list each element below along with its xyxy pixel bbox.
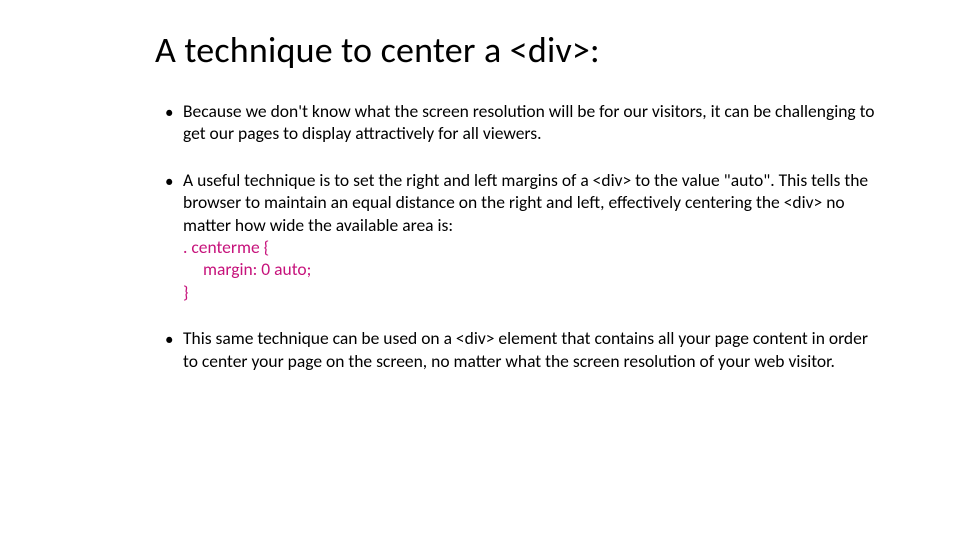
code-block: . centerme { margin: 0 auto; } (183, 236, 885, 303)
bullet-item: • Because we don't know what the screen … (165, 100, 885, 145)
code-line: . centerme { (183, 236, 885, 258)
code-line: } (183, 281, 885, 303)
bullet-text: This same technique can be used on a <di… (183, 327, 885, 372)
slide: A technique to center a <div>: • Because… (0, 0, 960, 416)
bullet-mark-icon: • (165, 169, 183, 303)
bullet-text: Because we don't know what the screen re… (183, 100, 885, 145)
bullet-item: • A useful technique is to set the right… (165, 169, 885, 303)
slide-content: • Because we don't know what the screen … (155, 100, 885, 372)
bullet-mark-icon: • (165, 100, 183, 145)
bullet-body: A useful technique is to set the right a… (183, 169, 885, 303)
bullet-item: • This same technique can be used on a <… (165, 327, 885, 372)
code-line: margin: 0 auto; (183, 258, 885, 280)
bullet-text: A useful technique is to set the right a… (183, 169, 868, 236)
bullet-mark-icon: • (165, 327, 183, 372)
slide-title: A technique to center a <div>: (155, 28, 885, 72)
